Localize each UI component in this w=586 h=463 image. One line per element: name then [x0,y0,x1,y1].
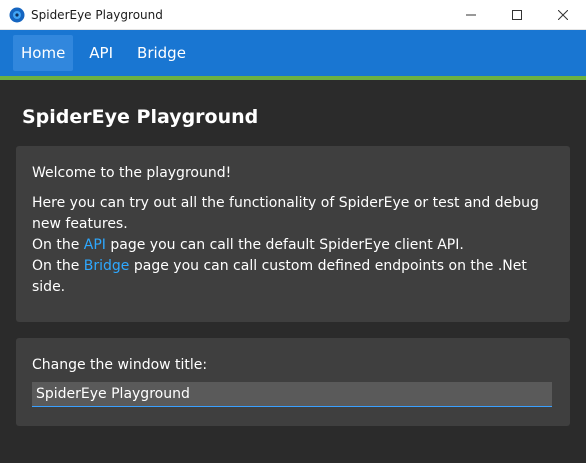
api-link[interactable]: API [84,237,106,253]
welcome-card: Welcome to the playground! Here you can … [16,146,570,322]
nav-item-bridge[interactable]: Bridge [129,35,194,71]
spidereye-logo-icon [9,7,25,23]
api-line-prefix: On the [32,237,84,253]
welcome-greeting: Welcome to the playground! [32,165,232,181]
window-controls [448,0,586,30]
close-button[interactable] [540,0,586,30]
welcome-line-bridge: On the Bridge page you can call custom d… [32,258,527,295]
maximize-icon [512,9,522,20]
close-icon [558,9,568,20]
maximize-button[interactable] [494,0,540,30]
window-title-card: Change the window title: [16,338,570,426]
page-title: SpiderEye Playground [22,106,259,128]
api-line-suffix: page you can call the default SpiderEye … [105,237,464,253]
window-title-input[interactable] [32,382,552,407]
nav-item-home[interactable]: Home [13,35,74,71]
title-bar: SpiderEye Playground [0,0,586,30]
bridge-line-prefix: On the [32,258,84,274]
minimize-button[interactable] [448,0,494,30]
welcome-line-api: On the API page you can call the default… [32,237,464,253]
window-title-label: Change the window title: [32,357,208,373]
nav-accent-line [0,76,586,80]
welcome-description: Here you can try out all the functionali… [32,193,554,298]
minimize-icon [466,14,476,15]
window-title: SpiderEye Playground [31,7,163,22]
main-nav: Home API Bridge [0,30,586,76]
app-window: SpiderEye Playground Home API Bridge Spi… [0,0,586,463]
bridge-link[interactable]: Bridge [84,258,130,274]
nav-item-api[interactable]: API [81,35,121,71]
main-content: SpiderEye Playground Welcome to the play… [0,102,586,426]
welcome-line-features: Here you can try out all the functionali… [32,195,539,232]
